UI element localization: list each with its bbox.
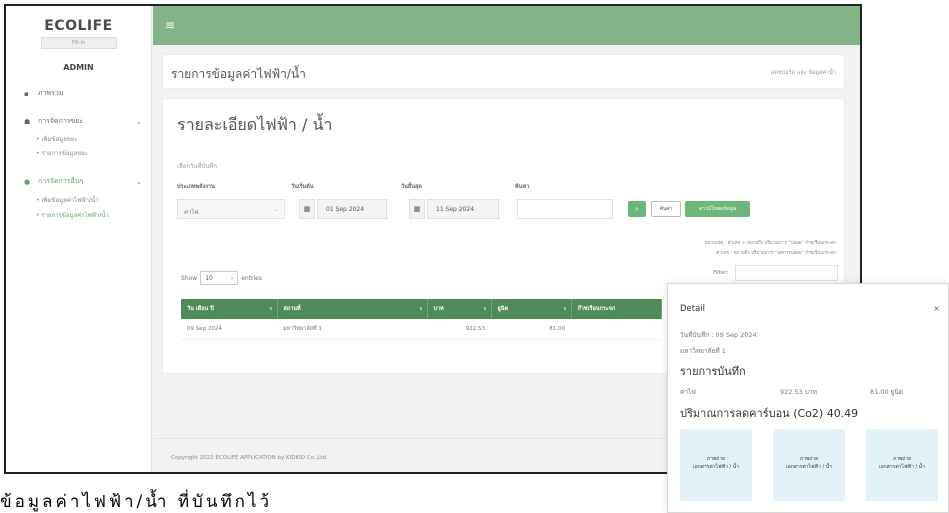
menu-icon[interactable]: ≡ (165, 18, 175, 32)
page-length-control: Show 10 ⌄ entries (181, 271, 262, 285)
search-label: ค้นหา (515, 184, 530, 190)
document-image[interactable]: ภาพถ่าย เอกสารค่าไฟฟ้า / น้ำ (866, 429, 938, 501)
sidebar-subitem-add-utility[interactable]: • เพิ่มข้อมูลค่าไฟฟ้า/น้ำ (36, 195, 99, 205)
search-button[interactable]: ⌕ (628, 201, 646, 217)
modal-item-baht: 922.53 บาท (780, 388, 817, 396)
sidebar-item-label: การจัดการขยะ (38, 117, 84, 125)
note-emission: หมายเหตุ : ตัวเลข + หมายถึง ปริมาณการ "ป… (704, 241, 836, 246)
search-input[interactable] (517, 199, 613, 219)
download-button[interactable]: ดาวน์โหลดข้อมูล (685, 201, 750, 217)
users-icon: ☗ (24, 117, 31, 126)
detail-modal: Detail × วันที่บันทึก : 09 Sep 2024 มหาว… (667, 283, 949, 513)
image-title: ภาพถ่าย (892, 456, 912, 462)
table-row[interactable]: 09 Sep 2024 มหาวิทยาลัยที่ 1 922.53 81.0… (181, 319, 661, 340)
document-image[interactable]: ภาพถ่าย เอกสารค่าไฟฟ้า / น้ำ (680, 429, 752, 501)
modal-place: มหาวิทยาลัยที่ 1 (680, 347, 726, 355)
filter-input[interactable] (735, 265, 838, 281)
dashboard-icon: ▪ (24, 89, 29, 98)
modal-item-unit: 81.00 ยูนิต (870, 388, 904, 396)
sidebar-subitem-list-utility[interactable]: • รายการข้อมูลค่าไฟฟ้า/น้ำ (36, 210, 109, 220)
column-header-ghg[interactable]: ก๊าซเรือนกระจก (571, 299, 662, 319)
page-length-value: 10 (205, 275, 213, 282)
note-reduction: ตัวเลข - หมายถึง ปริมาณการ "ลดการปล่อย" … (716, 251, 836, 256)
brand-logo[interactable]: ECOLIFE (6, 18, 151, 34)
modal-date: วันที่บันทึก : 09 Sep 2024 (680, 331, 757, 339)
cell-place: มหาวิทยาลัยที่ 1 (277, 319, 427, 340)
cell-baht: 922.53 (427, 319, 491, 340)
energy-type-select[interactable]: ค่าไฟ ⌄ (177, 199, 285, 219)
calendar-icon[interactable]: ▦ (409, 199, 425, 219)
chevron-down-icon: ⌄ (230, 275, 235, 281)
document-image[interactable]: ภาพถ่าย เอกสารค่าไฟฟ้า / น้ำ (773, 429, 845, 501)
sidebar-subitem-add-waste[interactable]: • เพิ่มข้อมูลขยะ (36, 134, 78, 144)
sidebar: ECOLIFE Fill-in ADMIN ▪ ภาพรวม ☗ การจัดก… (6, 6, 152, 472)
calendar-icon[interactable]: ▦ (299, 199, 315, 219)
sort-icon: ⇅ (419, 306, 423, 311)
column-header-date[interactable]: วัน เดือน ปี ⇅ (181, 299, 278, 319)
image-title: ภาพถ่าย (799, 456, 819, 462)
page-title: รายการข้อมูลค่าไฟฟ้า/น้ำ (171, 67, 306, 81)
page-length-select[interactable]: 10 ⌄ (200, 271, 239, 285)
sort-icon: ⇅ (483, 306, 487, 311)
image-caption: เอกสารค่าไฟฟ้า / น้ำ (786, 464, 832, 470)
sidebar-item-overview[interactable]: ▪ ภาพรวม (6, 88, 152, 99)
image-title: ภาพถ่าย (706, 456, 726, 462)
energy-type-label: ประเภทพลังงาน (177, 184, 215, 190)
figure-caption: ข้อมูลค่าไฟฟ้า/น้ำ ที่บันทึกไว้ (0, 492, 273, 512)
page-header: รายการข้อมูลค่าไฟฟ้า/น้ำ แดชบอร์ด และ ข้… (162, 54, 845, 89)
brand-tagline: Fill-in (40, 37, 117, 49)
section-title: รายละเอียดไฟฟ้า / น้ำ (177, 115, 333, 134)
start-date-label: วันเริ่มต้น (291, 184, 314, 190)
end-date-input[interactable]: 11 Sep 2024 (427, 199, 499, 219)
cell-date: 09 Sep 2024 (181, 319, 277, 340)
breadcrumb[interactable]: แดชบอร์ด และ ข้อมูลค่าน้ำ (771, 69, 836, 77)
section-subtitle: เลือกวันที่บันทึก (177, 163, 217, 170)
sidebar-item-other[interactable]: ● การจัดการอื่นๆ ⌄ (6, 176, 152, 187)
modal-record-heading: รายการบันทึก (680, 365, 746, 378)
modal-co2-heading: ปริมาณการลดคาร์บอน (Co2) 40.49 (680, 407, 859, 420)
reset-button[interactable]: ค้นค่า (651, 201, 681, 217)
sort-icon: ⇅ (269, 306, 273, 311)
sidebar-item-label: ภาพรวม (38, 89, 64, 97)
user-role: ADMIN (63, 63, 94, 72)
sidebar-item-waste[interactable]: ☗ การจัดการขยะ ⌄ (6, 116, 152, 127)
end-date-label: วันสิ้นสุด (401, 184, 422, 190)
image-caption: เอกสารค่าไฟฟ้า / น้ำ (879, 464, 925, 470)
top-bar: ≡ (153, 6, 860, 45)
close-icon[interactable]: × (933, 304, 940, 313)
show-label: Show (181, 274, 198, 282)
chevron-down-icon: ⌄ (136, 117, 142, 126)
cell-ghg (571, 319, 661, 340)
sidebar-subitem-list-waste[interactable]: • รายการข้อมูลขยะ (36, 148, 88, 158)
image-caption: เอกสารค่าไฟฟ้า / น้ำ (693, 464, 739, 470)
search-icon: ⌕ (635, 205, 639, 213)
filter-label: Filter: (713, 270, 729, 276)
sort-icon: ⇅ (563, 306, 567, 311)
copyright-text: Copyright 2022 ECOLIFE APPLICATION by KI… (171, 455, 328, 461)
column-header-baht[interactable]: บาท ⇅ (427, 299, 492, 319)
drop-icon: ● (24, 177, 31, 186)
utility-table: วัน เดือน ปี ⇅ สถานที่ ⇅ บาท ⇅ ยูนิต ⇅ ก๊าซเ… (181, 299, 662, 340)
chevron-down-icon: ⌄ (273, 207, 278, 213)
modal-title: Detail (680, 304, 706, 314)
entries-label: entries (241, 274, 263, 282)
cell-unit: 81.00 (491, 319, 571, 340)
modal-item-name: ค่าไฟ (680, 388, 696, 396)
column-header-unit[interactable]: ยูนิต ⇅ (491, 299, 572, 319)
start-date-input[interactable]: 01 Sep 2024 (317, 199, 387, 219)
energy-type-value: ค่าไฟ (184, 209, 199, 216)
column-header-place[interactable]: สถานที่ ⇅ (277, 299, 428, 319)
sidebar-item-label: การจัดการอื่นๆ (38, 177, 84, 185)
chevron-down-icon: ⌄ (136, 177, 142, 186)
